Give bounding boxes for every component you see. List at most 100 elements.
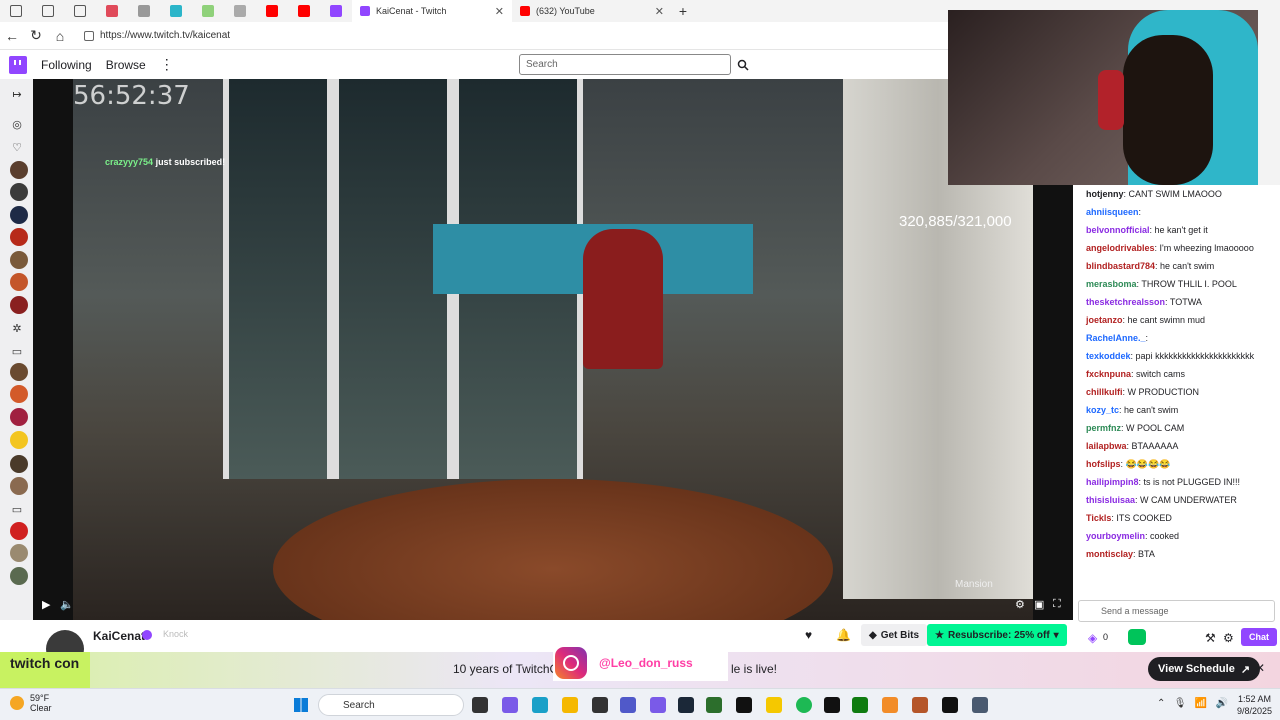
tab-actions-icon[interactable] bbox=[0, 0, 32, 22]
chat-username[interactable]: texkoddek bbox=[1086, 351, 1131, 361]
task-view-icon[interactable] bbox=[472, 697, 488, 713]
pinned-tab-icon[interactable] bbox=[320, 0, 352, 22]
close-icon[interactable]: ✕ bbox=[495, 5, 504, 18]
windows-start-icon[interactable] bbox=[294, 698, 308, 712]
app-icon[interactable] bbox=[706, 697, 722, 713]
more-icon[interactable]: ⋮ bbox=[160, 56, 174, 73]
follow-heart-icon[interactable]: ♥ bbox=[805, 628, 812, 642]
pinned-tab-icon[interactable] bbox=[160, 0, 192, 22]
get-bits-button[interactable]: ◆ Get Bits bbox=[861, 624, 928, 646]
refresh-icon[interactable]: ↻ bbox=[24, 24, 48, 48]
chat-username[interactable]: montisclay bbox=[1086, 549, 1133, 559]
resubscribe-button[interactable]: ★ Resubscribe: 25% off ▾ bbox=[927, 624, 1067, 646]
edge-icon[interactable] bbox=[532, 697, 548, 713]
recommended-channel-avatar[interactable] bbox=[10, 567, 28, 585]
followed-channel-avatar[interactable] bbox=[10, 183, 28, 201]
followed-channel-avatar[interactable] bbox=[10, 296, 28, 314]
close-icon[interactable]: ✕ bbox=[1255, 661, 1265, 675]
chat-username[interactable]: kozy_tc bbox=[1086, 405, 1119, 415]
settings-gear-icon[interactable]: ⚙ bbox=[1223, 631, 1234, 645]
app-icon[interactable] bbox=[912, 697, 928, 713]
chat-username[interactable]: fxcknpuna bbox=[1086, 369, 1131, 379]
nav-following[interactable]: Following bbox=[41, 58, 92, 72]
copilot-icon[interactable] bbox=[502, 697, 518, 713]
channel-name[interactable]: KaiCenat bbox=[93, 629, 145, 643]
system-tray[interactable]: ⌃ 🎙 📶 🔊 bbox=[1157, 698, 1228, 709]
chat-username[interactable]: joetanzo bbox=[1086, 315, 1123, 325]
recommended-channel-avatar[interactable] bbox=[10, 408, 28, 426]
rockstar-icon[interactable] bbox=[766, 697, 782, 713]
prime-icon[interactable] bbox=[1128, 629, 1146, 645]
vertical-tabs-icon[interactable] bbox=[64, 0, 96, 22]
chat-username[interactable]: merasboma bbox=[1086, 279, 1137, 289]
tab-twitch[interactable]: KaiCenat - Twitch ✕ bbox=[352, 0, 512, 22]
recommended-channel-avatar[interactable] bbox=[10, 522, 28, 540]
recommended-icon[interactable]: ◎ bbox=[10, 118, 24, 132]
collections-icon[interactable] bbox=[32, 0, 64, 22]
taskbar-search[interactable]: Search bbox=[318, 694, 464, 716]
close-icon[interactable]: ✕ bbox=[655, 5, 664, 18]
chat-username[interactable]: angelodrivables bbox=[1086, 243, 1155, 253]
recommended-channel-avatar[interactable] bbox=[10, 385, 28, 403]
chat-username[interactable]: lailapbwa bbox=[1086, 441, 1127, 451]
steam-icon[interactable] bbox=[678, 697, 694, 713]
chat-username[interactable]: belvonnofficial bbox=[1086, 225, 1150, 235]
chat-input[interactable]: Send a message bbox=[1078, 600, 1275, 622]
pinned-tab-icon[interactable] bbox=[224, 0, 256, 22]
expand-sidebar-icon[interactable]: ↦ bbox=[10, 88, 24, 102]
pinned-tab-icon[interactable] bbox=[192, 0, 224, 22]
url-field[interactable]: https://www.twitch.tv/kaicenat bbox=[84, 30, 230, 41]
chat-username[interactable]: ahniisqueen bbox=[1086, 207, 1139, 217]
chat-username[interactable]: thesketchrealsson bbox=[1086, 297, 1165, 307]
chat-username[interactable]: thisisluisaa bbox=[1086, 495, 1135, 505]
recommended-channel-avatar[interactable] bbox=[10, 455, 28, 473]
app-icon[interactable] bbox=[882, 697, 898, 713]
followed-channel-avatar[interactable] bbox=[10, 228, 28, 246]
search-input[interactable]: Search bbox=[519, 54, 731, 75]
app-icon[interactable] bbox=[824, 697, 840, 713]
view-schedule-button[interactable]: View Schedule ↗ bbox=[1148, 657, 1261, 681]
chat-username[interactable]: RachelAnne._ bbox=[1086, 333, 1146, 343]
tab-youtube[interactable]: (632) YouTube ✕ bbox=[512, 0, 672, 22]
recommended-channel-avatar[interactable] bbox=[10, 363, 28, 381]
app-icon[interactable] bbox=[592, 697, 608, 713]
followed-channel-avatar[interactable] bbox=[10, 206, 28, 224]
settings-gear-icon[interactable]: ⚙ bbox=[1015, 598, 1025, 611]
fullscreen-icon[interactable]: ⛶ bbox=[1053, 598, 1061, 611]
channel-points-icon[interactable]: ◈ bbox=[1088, 631, 1097, 645]
home-icon[interactable]: ⌂ bbox=[48, 24, 72, 48]
pinned-tab-icon[interactable] bbox=[128, 0, 160, 22]
knock-button[interactable]: Knock bbox=[163, 629, 188, 639]
recommended-channel-avatar[interactable] bbox=[10, 544, 28, 562]
chat-username[interactable]: yourboymelin bbox=[1086, 531, 1145, 541]
recommended-channel-avatar[interactable] bbox=[10, 477, 28, 495]
theatre-mode-icon[interactable]: ▣ bbox=[1034, 598, 1044, 611]
video-player[interactable]: 56:52:37 crazyyy754 just subscribed! 320… bbox=[33, 79, 1073, 620]
discord-icon[interactable] bbox=[650, 697, 666, 713]
back-icon[interactable]: ← bbox=[0, 24, 24, 48]
chat-username[interactable]: permfnz bbox=[1086, 423, 1121, 433]
search-icon[interactable] bbox=[733, 54, 753, 75]
play-icon[interactable]: ▶ bbox=[42, 598, 50, 611]
tiktok-icon[interactable] bbox=[942, 697, 958, 713]
chat-username[interactable]: hailipimpin8 bbox=[1086, 477, 1139, 487]
recommended-channel-avatar[interactable] bbox=[10, 431, 28, 449]
xbox-icon[interactable] bbox=[852, 697, 868, 713]
twitch-logo-icon[interactable] bbox=[9, 55, 27, 74]
file-explorer-icon[interactable] bbox=[562, 697, 578, 713]
settings-gear-icon[interactable] bbox=[972, 697, 988, 713]
followed-channel-avatar[interactable] bbox=[10, 161, 28, 179]
chat-username[interactable]: Tickls bbox=[1086, 513, 1111, 523]
followed-channel-avatar[interactable] bbox=[10, 251, 28, 269]
tiktok-icon[interactable] bbox=[736, 697, 752, 713]
chat-send-button[interactable]: Chat bbox=[1241, 628, 1277, 646]
chat-username[interactable]: hofslips bbox=[1086, 459, 1121, 469]
chat-username[interactable]: chillkulfi bbox=[1086, 387, 1123, 397]
chat-username[interactable]: hotjenny bbox=[1086, 189, 1124, 199]
spotify-icon[interactable] bbox=[796, 697, 812, 713]
pinned-tab-icon[interactable] bbox=[96, 0, 128, 22]
new-tab-icon[interactable]: + bbox=[672, 3, 694, 19]
nav-browse[interactable]: Browse bbox=[106, 58, 146, 72]
volume-icon[interactable]: 🔈 bbox=[60, 598, 74, 611]
weather-widget[interactable]: 59°F Clear bbox=[10, 693, 52, 713]
